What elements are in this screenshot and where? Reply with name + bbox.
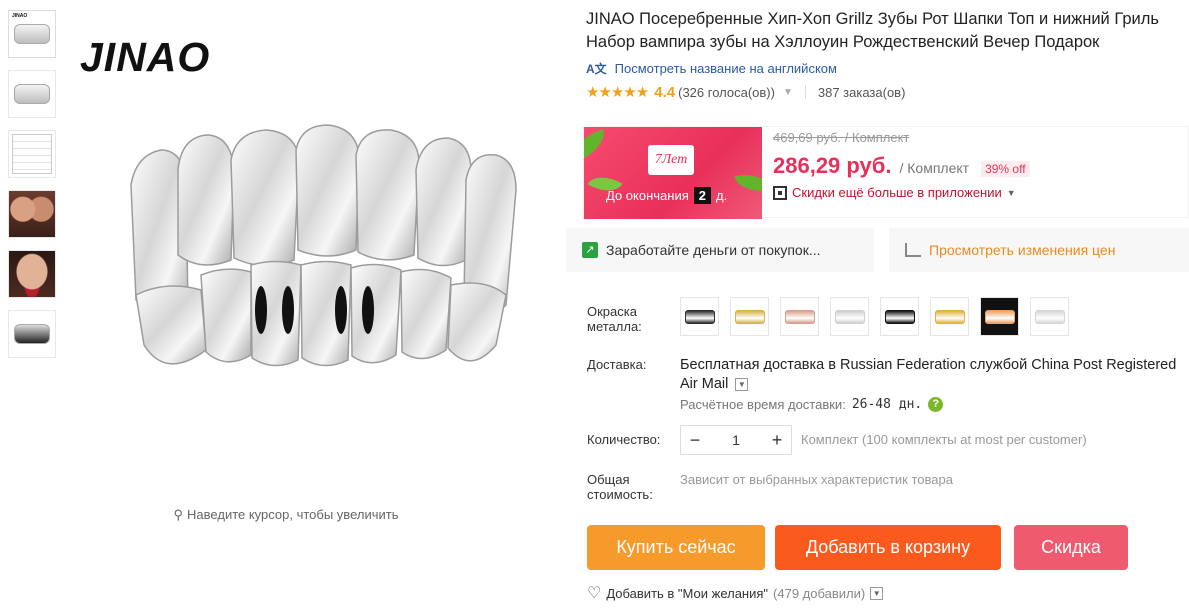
qr-code-icon — [773, 185, 787, 200]
thumbnail-3[interactable] — [8, 130, 56, 178]
app-discount-text: Скидки ещё больше в приложении — [792, 185, 1002, 200]
leaf-decoration — [584, 128, 611, 164]
add-to-cart-button[interactable]: Добавить в корзину — [775, 525, 1001, 570]
thumb-brand-text: JINAO — [12, 13, 28, 19]
earn-money-button[interactable]: ↗ Заработайте деньги от покупок... — [566, 228, 874, 272]
shipping-text: Бесплатная доставка в Russian Federation… — [680, 357, 1177, 392]
rating-row: ★★★★★ 4.4 (326 голоса(ов)) ▼ 387 заказа(… — [586, 83, 1186, 102]
grillz-thumb-image — [14, 24, 50, 44]
swatch-grillz-image — [934, 309, 965, 324]
main-product-image[interactable]: JINAO — [66, 10, 566, 495]
quantity-value[interactable]: 1 — [709, 432, 763, 448]
increment-button[interactable]: + — [763, 430, 791, 451]
quantity-label: Количество: — [587, 432, 661, 447]
color-swatch-8[interactable] — [1030, 297, 1069, 336]
eta-label: Расчётное время доставки: — [680, 397, 846, 412]
swatch-grillz-image — [1034, 309, 1065, 324]
swatch-grillz-image — [884, 309, 915, 324]
promo-banner[interactable]: 7Лет До окончания 2 д. — [584, 127, 762, 219]
swatch-grillz-image — [984, 309, 1015, 324]
shipping-info: Бесплатная доставка в Russian Federation… — [680, 356, 1180, 394]
buy-now-button[interactable]: Купить сейчас — [587, 525, 765, 570]
chevron-down-icon[interactable]: ▼ — [783, 87, 793, 98]
price-chart-icon — [905, 243, 921, 257]
old-price: 469,69 руб. / Комплект — [773, 130, 910, 145]
translate-title-link[interactable]: A文 Посмотреть название на английском — [586, 60, 1186, 77]
promo-days-count: 2 — [693, 187, 711, 204]
swatch-grillz-image — [684, 309, 715, 324]
brand-logo: JINAO — [80, 34, 211, 80]
delivery-eta: Расчётное время доставки: 26-48 дн. ? — [680, 397, 944, 412]
color-swatch-list — [680, 297, 1069, 336]
promo-countdown: До окончания 2 д. — [606, 187, 727, 204]
earn-text: Заработайте деньги от покупок... — [606, 242, 821, 258]
product-title: JINAO Посеребренные Хип-Хоп Grillz Зубы … — [586, 10, 1159, 51]
quantity-stepper: − 1 + — [680, 425, 792, 455]
star-rating-icon: ★★★★★ — [586, 84, 649, 101]
total-label: Общая стоимость: — [587, 472, 653, 502]
wishlist-count: (479 добавили) — [773, 585, 866, 601]
rating-value: 4.4 — [654, 83, 676, 101]
thumbnail-4[interactable] — [8, 190, 56, 238]
model-photo-thumb — [9, 191, 55, 237]
size-chart-thumb-image — [12, 134, 52, 174]
color-swatch-1[interactable] — [680, 297, 719, 336]
votes-link[interactable]: (326 голоса(ов)) — [678, 85, 775, 100]
translate-icon: A文 — [586, 62, 607, 76]
discount-badge: 39% off — [981, 161, 1030, 177]
current-price: 286,29 руб. — [773, 153, 892, 178]
leaf-decoration — [734, 170, 762, 196]
wishlist-label: Добавить в "Мои желания" — [606, 585, 769, 601]
thumbnail-5[interactable] — [8, 250, 56, 298]
eta-value: 26-48 дн. — [851, 397, 923, 412]
decrement-button[interactable]: − — [681, 430, 709, 451]
product-info: JINAO Посеребренные Хип-Хоп Grillz Зубы … — [586, 8, 1186, 101]
anniversary-badge: 7Лет — [648, 145, 694, 175]
total-note: Зависит от выбранных характеристик товар… — [680, 472, 953, 487]
watch-price-button[interactable]: Просмотреть изменения цен — [889, 228, 1189, 272]
quantity-note: Комплект (100 комплекты at most per cust… — [801, 432, 1087, 447]
grillz-illustration — [130, 124, 517, 367]
heart-icon: ♡ — [587, 585, 602, 602]
model-photo-thumb — [9, 251, 55, 297]
swatch-grillz-image — [734, 309, 765, 324]
caret-down-icon: ▼ — [1006, 187, 1016, 198]
watch-text: Просмотреть изменения цен — [929, 242, 1116, 258]
chevron-down-icon[interactable]: ▼ — [735, 377, 749, 391]
zoom-hint-text: Наведите курсор, чтобы увеличить — [187, 507, 399, 522]
swatch-grillz-image — [834, 309, 865, 324]
color-swatch-4[interactable] — [830, 297, 869, 336]
magnifier-icon: ⚲ — [173, 507, 184, 522]
shipping-label: Доставка: — [587, 357, 647, 372]
color-swatch-5[interactable] — [880, 297, 919, 336]
color-swatch-7[interactable] — [980, 297, 1019, 336]
coupon-button[interactable]: Скидка — [1014, 525, 1128, 570]
zoom-hint: ⚲ Наведите курсор, чтобы увеличить — [66, 507, 506, 523]
chart-up-icon: ↗ — [582, 242, 598, 258]
app-discount-link[interactable]: Скидки ещё больше в приложении ▼ — [773, 185, 1016, 200]
thumbnail-1[interactable]: JINAO — [8, 10, 56, 58]
orders-count: 387 заказа(ов) — [817, 84, 906, 100]
divider — [804, 85, 806, 99]
help-icon[interactable]: ? — [928, 397, 944, 412]
current-price-row: 286,29 руб. / Комплект 39% off — [773, 153, 1030, 179]
swatch-grillz-image — [784, 309, 815, 324]
promo-days-unit: д. — [715, 188, 728, 203]
add-to-wishlist[interactable]: ♡ Добавить в "Мои желания" (479 добавили… — [587, 583, 884, 603]
grillz-thumb-image — [14, 324, 50, 344]
color-swatch-3[interactable] — [780, 297, 819, 336]
translate-link-text: Посмотреть название на английском — [614, 61, 837, 76]
color-swatch-2[interactable] — [730, 297, 769, 336]
color-label: Окраска металла: — [587, 304, 642, 334]
color-swatch-6[interactable] — [930, 297, 969, 336]
thumbnail-list: JINAO — [8, 10, 56, 370]
chevron-down-icon[interactable]: ▼ — [870, 586, 884, 600]
promo-until-text: До окончания — [606, 188, 689, 203]
thumbnail-2[interactable] — [8, 70, 56, 118]
price-block: 7Лет До окончания 2 д. 469,69 руб. / Ком… — [583, 126, 1189, 219]
grillz-thumb-image — [14, 84, 50, 104]
thumbnail-6[interactable] — [8, 310, 56, 358]
price-unit: / Комплект — [899, 160, 970, 176]
